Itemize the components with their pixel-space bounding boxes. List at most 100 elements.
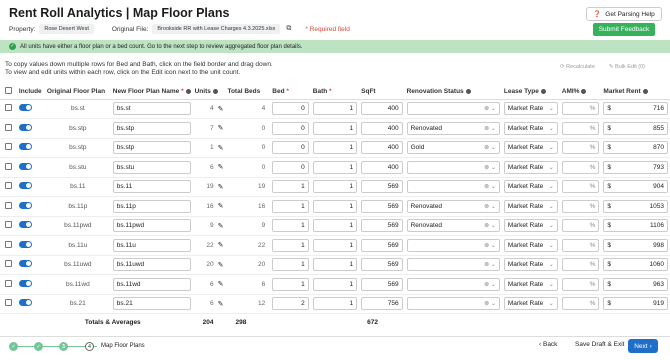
info-icon[interactable] bbox=[185, 88, 191, 94]
sqft-input[interactable]: 569 bbox=[361, 238, 403, 252]
ami-input[interactable]: % bbox=[561, 141, 600, 155]
sqft-input[interactable]: 400 bbox=[361, 141, 403, 155]
market-rent-input[interactable]: $904 bbox=[603, 180, 668, 194]
renovation-select[interactable]: ⊗ ⌄ bbox=[406, 180, 500, 194]
row-checkbox[interactable] bbox=[5, 279, 12, 287]
new-floor-plan-input[interactable]: bs.11uwd bbox=[112, 258, 191, 272]
sqft-input[interactable]: 569 bbox=[361, 277, 403, 291]
market-rent-input[interactable]: $963 bbox=[603, 277, 668, 291]
edit-units-pencil-icon[interactable]: ✎ bbox=[218, 222, 224, 230]
bed-input[interactable]: 0 bbox=[272, 121, 309, 135]
market-rent-input[interactable]: $1053 bbox=[603, 199, 668, 213]
parsing-help-button[interactable]: ❓ Get Parsing Help bbox=[586, 7, 662, 21]
row-checkbox[interactable] bbox=[5, 143, 12, 151]
edit-units-pencil-icon[interactable]: ✎ bbox=[218, 261, 224, 269]
select-all-checkbox[interactable] bbox=[5, 86, 12, 94]
new-floor-plan-input[interactable]: bs.stp bbox=[112, 121, 191, 135]
ami-input[interactable]: % bbox=[561, 258, 600, 272]
include-toggle[interactable] bbox=[18, 240, 32, 248]
row-checkbox[interactable] bbox=[5, 221, 12, 229]
include-toggle[interactable] bbox=[18, 221, 32, 229]
edit-units-pencil-icon[interactable]: ✎ bbox=[218, 105, 224, 113]
external-link-icon[interactable]: ⧉ bbox=[286, 25, 291, 33]
renovation-select[interactable]: ⊗ ⌄ bbox=[406, 258, 500, 272]
bed-input[interactable]: 0 bbox=[272, 102, 309, 116]
lease-type-select[interactable]: Market Rate ⌄ bbox=[503, 160, 558, 174]
include-toggle[interactable] bbox=[18, 201, 32, 209]
ami-input[interactable]: % bbox=[561, 160, 600, 174]
info-icon[interactable] bbox=[581, 88, 587, 94]
row-checkbox[interactable] bbox=[5, 123, 12, 131]
row-checkbox[interactable] bbox=[5, 182, 12, 190]
info-icon[interactable] bbox=[465, 88, 471, 94]
ami-input[interactable]: % bbox=[561, 180, 600, 194]
sqft-input[interactable]: 569 bbox=[361, 180, 403, 194]
new-floor-plan-input[interactable]: bs.11u bbox=[112, 238, 191, 252]
market-rent-input[interactable]: $1106 bbox=[603, 219, 668, 233]
ami-input[interactable]: % bbox=[561, 121, 600, 135]
bed-input[interactable]: 0 bbox=[272, 141, 309, 155]
lease-type-select[interactable]: Market Rate ⌄ bbox=[503, 297, 558, 311]
sqft-input[interactable]: 756 bbox=[361, 297, 403, 311]
back-button[interactable]: ‹ Back bbox=[539, 341, 557, 348]
edit-units-pencil-icon[interactable]: ✎ bbox=[218, 183, 224, 191]
row-checkbox[interactable] bbox=[5, 299, 12, 307]
row-checkbox[interactable] bbox=[5, 260, 12, 268]
sqft-input[interactable]: 569 bbox=[361, 258, 403, 272]
new-floor-plan-input[interactable]: bs.11pwd bbox=[112, 219, 191, 233]
market-rent-input[interactable]: $855 bbox=[603, 121, 668, 135]
bed-input[interactable]: 1 bbox=[272, 199, 309, 213]
sqft-input[interactable]: 400 bbox=[361, 160, 403, 174]
new-floor-plan-input[interactable]: bs.11wd bbox=[112, 277, 191, 291]
lease-type-select[interactable]: Market Rate ⌄ bbox=[503, 121, 558, 135]
new-floor-plan-input[interactable]: bs.21 bbox=[112, 297, 191, 311]
bath-input[interactable]: 1 bbox=[312, 141, 358, 155]
bed-input[interactable]: 1 bbox=[272, 238, 309, 252]
renovation-select[interactable]: Renovated ⊗ ⌄ bbox=[406, 121, 500, 135]
market-rent-input[interactable]: $998 bbox=[603, 238, 668, 252]
edit-units-pencil-icon[interactable]: ✎ bbox=[218, 202, 224, 210]
row-checkbox[interactable] bbox=[5, 201, 12, 209]
row-checkbox[interactable] bbox=[5, 104, 12, 112]
sqft-input[interactable]: 400 bbox=[361, 102, 403, 116]
bath-input[interactable]: 1 bbox=[312, 160, 358, 174]
edit-units-pencil-icon[interactable]: ✎ bbox=[218, 163, 224, 171]
bath-input[interactable]: 1 bbox=[312, 180, 358, 194]
edit-units-pencil-icon[interactable]: ✎ bbox=[218, 124, 224, 132]
renovation-select[interactable]: ⊗ ⌄ bbox=[406, 277, 500, 291]
include-toggle[interactable] bbox=[18, 123, 32, 131]
market-rent-input[interactable]: $793 bbox=[603, 160, 668, 174]
info-icon[interactable] bbox=[540, 88, 546, 94]
bath-input[interactable]: 1 bbox=[312, 102, 358, 116]
renovation-select[interactable]: ⊗ ⌄ bbox=[406, 297, 500, 311]
next-button[interactable]: Next › bbox=[628, 339, 658, 353]
row-checkbox[interactable] bbox=[5, 162, 12, 170]
include-toggle[interactable] bbox=[18, 279, 32, 287]
bed-input[interactable]: 1 bbox=[272, 219, 309, 233]
renovation-select[interactable]: Gold ⊗ ⌄ bbox=[406, 141, 500, 155]
bed-input[interactable]: 1 bbox=[272, 180, 309, 194]
bath-input[interactable]: 1 bbox=[312, 258, 358, 272]
new-floor-plan-input[interactable]: bs.11p bbox=[112, 199, 191, 213]
renovation-select[interactable]: ⊗ ⌄ bbox=[406, 238, 500, 252]
edit-units-pencil-icon[interactable]: ✎ bbox=[218, 280, 224, 288]
ami-input[interactable]: % bbox=[561, 219, 600, 233]
ami-input[interactable]: % bbox=[561, 199, 600, 213]
bath-input[interactable]: 1 bbox=[312, 219, 358, 233]
new-floor-plan-input[interactable]: bs.stp bbox=[112, 141, 191, 155]
new-floor-plan-input[interactable]: bs.stu bbox=[112, 160, 191, 174]
info-icon[interactable] bbox=[642, 88, 648, 94]
submit-feedback-button[interactable]: Submit Feedback bbox=[593, 23, 655, 36]
lease-type-select[interactable]: Market Rate ⌄ bbox=[503, 219, 558, 233]
bath-input[interactable]: 1 bbox=[312, 121, 358, 135]
bulk-edit-button[interactable]: ✎ Bulk Edit (0) bbox=[609, 64, 645, 70]
info-icon[interactable] bbox=[212, 88, 218, 94]
bath-input[interactable]: 1 bbox=[312, 199, 358, 213]
lease-type-select[interactable]: Market Rate ⌄ bbox=[503, 141, 558, 155]
renovation-select[interactable]: ⊗ ⌄ bbox=[406, 160, 500, 174]
market-rent-input[interactable]: $716 bbox=[603, 102, 668, 116]
bed-input[interactable]: 2 bbox=[272, 297, 309, 311]
renovation-select[interactable]: Renovated ⊗ ⌄ bbox=[406, 219, 500, 233]
market-rent-input[interactable]: $1060 bbox=[603, 258, 668, 272]
sqft-input[interactable]: 569 bbox=[361, 219, 403, 233]
